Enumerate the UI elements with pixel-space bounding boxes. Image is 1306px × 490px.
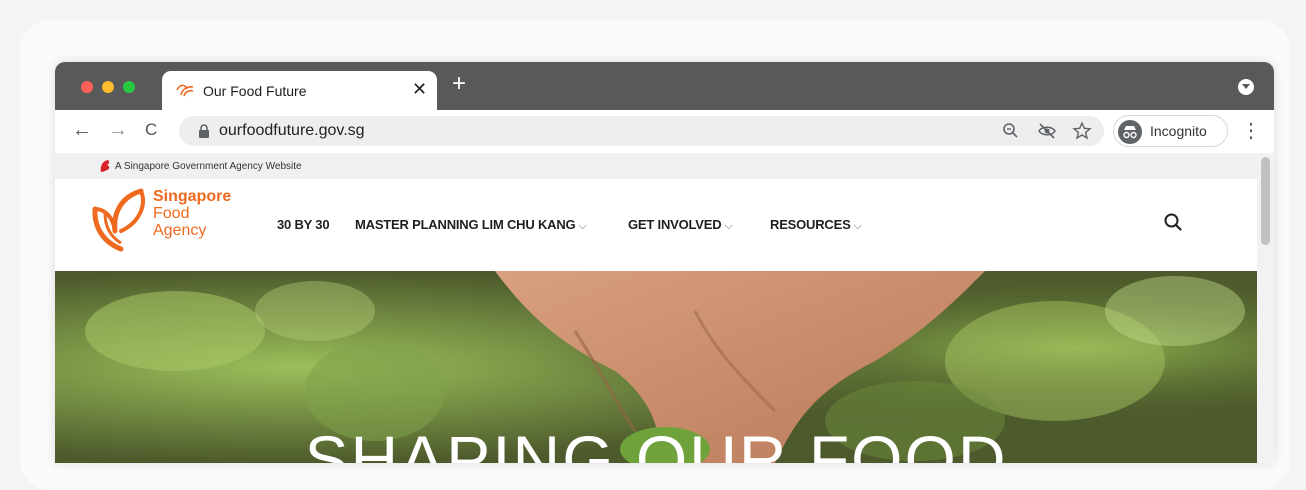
logo-line-1: Singapore [153, 188, 232, 205]
search-icon[interactable] [1162, 211, 1184, 233]
title-bar: Our Food Future ✕ + [55, 62, 1274, 110]
lock-icon [199, 124, 209, 138]
tab-close-icon[interactable]: ✕ [412, 79, 427, 99]
nav-label: MASTER PLANNING LIM CHU KANG [355, 217, 576, 232]
masthead-text: A Singapore Government Agency Website [115, 161, 302, 172]
dropdown-icon[interactable] [1238, 79, 1254, 95]
sfa-logo[interactable]: Singapore Food Agency [91, 187, 251, 259]
chevron-down-icon: ⌵ [578, 220, 587, 232]
eye-off-icon[interactable] [1037, 121, 1057, 141]
zoom-icon[interactable] [1001, 121, 1021, 141]
browser-toolbar: ← → C ourfoodfuture.gov.sg Incognito ⋮ [55, 110, 1274, 154]
browser-tab[interactable]: Our Food Future ✕ [162, 71, 437, 110]
tab-title: Our Food Future [203, 83, 307, 99]
tab-favicon [176, 84, 194, 97]
browser-window: Our Food Future ✕ + ← → C ourfoodfuture.… [55, 62, 1274, 463]
browser-menu-button[interactable]: ⋮ [1241, 119, 1261, 143]
nav-item-30-by-30[interactable]: 30 BY 30 [277, 217, 330, 232]
nav-item-master-planning[interactable]: MASTER PLANNING LIM CHU KANG ⌵ [355, 217, 587, 233]
chevron-down-icon: ⌵ [853, 220, 862, 232]
address-bar[interactable]: ourfoodfuture.gov.sg [179, 116, 1104, 146]
nav-label: 30 BY 30 [277, 217, 330, 232]
minimize-window-button[interactable] [102, 81, 114, 93]
sfa-logo-text: Singapore Food Agency [153, 188, 231, 239]
hero-banner: SHAPING OUR FOOD [55, 271, 1257, 463]
logo-line-2: Food [153, 205, 190, 222]
nav-label: GET INVOLVED [628, 217, 722, 232]
page-scrollbar[interactable] [1256, 153, 1274, 463]
hero-title: SHAPING OUR FOOD [304, 422, 1008, 463]
star-icon[interactable] [1072, 121, 1092, 141]
back-button[interactable]: ← [72, 118, 92, 142]
incognito-label: Incognito [1150, 123, 1207, 139]
new-tab-button[interactable]: + [452, 72, 466, 96]
lion-head-icon [100, 160, 110, 172]
incognito-icon [1118, 120, 1142, 144]
nav-item-resources[interactable]: RESOURCES ⌵ [770, 217, 862, 233]
sfa-leaf-icon [92, 188, 145, 252]
nav-label: RESOURCES [770, 217, 851, 232]
forward-button[interactable]: → [108, 118, 128, 142]
logo-line-3: Agency [153, 222, 207, 239]
close-window-button[interactable] [81, 81, 93, 93]
incognito-profile-button[interactable]: Incognito [1113, 115, 1228, 147]
reload-button[interactable]: C [145, 118, 157, 142]
maximize-window-button[interactable] [123, 81, 135, 93]
url-text[interactable]: ourfoodfuture.gov.sg [219, 122, 365, 140]
government-masthead: A Singapore Government Agency Website [55, 153, 1257, 179]
nav-item-get-involved[interactable]: GET INVOLVED ⌵ [628, 217, 733, 233]
scrollbar-thumb[interactable] [1261, 157, 1270, 245]
chevron-down-icon: ⌵ [724, 220, 733, 232]
site-header: Singapore Food Agency 30 BY 30 MASTER PL… [55, 179, 1257, 271]
